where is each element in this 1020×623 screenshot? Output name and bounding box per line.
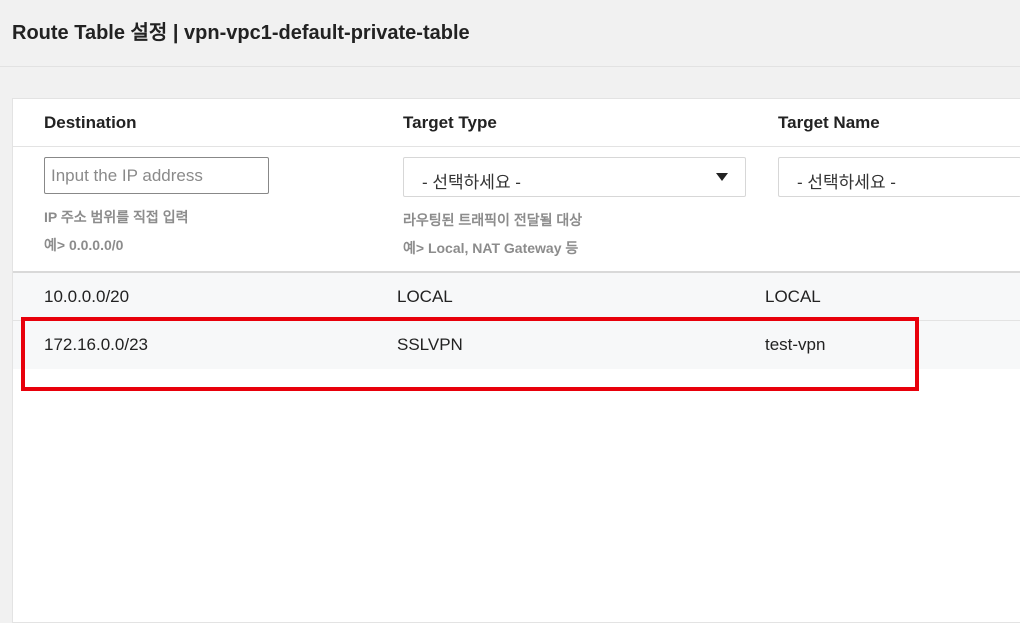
page-title: Route Table 설정 | vpn-vpc1-default-privat… — [12, 22, 470, 44]
target-type-select[interactable]: - 선택하세요 - — [403, 157, 746, 197]
target-name-selected-value: - 선택하세요 - — [797, 173, 896, 192]
new-route-input-row: IP 주소 범위를 직접 입력 예> 0.0.0.0/0 - 선택하세요 - 라… — [13, 147, 1020, 272]
route-table-panel: Destination Target Type Target Name IP 주… — [12, 98, 1020, 623]
target-type-hint-line2: 예> Local, NAT Gateway 등 — [403, 240, 579, 256]
cell-destination: 10.0.0.0/20 — [44, 287, 130, 306]
cell-target-type: LOCAL — [397, 287, 453, 306]
column-header-destination: Destination — [44, 113, 137, 132]
table-row[interactable]: 10.0.0.0/20 LOCAL LOCAL — [13, 273, 1020, 321]
cell-destination: 172.16.0.0/23 — [44, 335, 148, 354]
column-header-target-name: Target Name — [778, 113, 880, 132]
caret-down-icon — [716, 173, 728, 181]
target-name-select[interactable]: - 선택하세요 - — [778, 157, 1020, 197]
target-type-hint-line1: 라우팅된 트래픽이 전달될 대상 — [403, 212, 583, 228]
table-row[interactable]: 172.16.0.0/23 SSLVPN test-vpn — [13, 321, 1020, 369]
column-header-target-type: Target Type — [403, 113, 497, 132]
target-type-selected-value: - 선택하세요 - — [422, 173, 521, 192]
destination-hint-line1: IP 주소 범위를 직접 입력 — [44, 209, 189, 225]
destination-hint-line2: 예> 0.0.0.0/0 — [44, 237, 124, 253]
destination-ip-input[interactable] — [44, 157, 269, 194]
page-header: Route Table 설정 | vpn-vpc1-default-privat… — [0, 0, 1020, 67]
cell-target-name: test-vpn — [765, 335, 826, 354]
cell-target-type: SSLVPN — [397, 335, 463, 354]
cell-target-name: LOCAL — [765, 287, 821, 306]
